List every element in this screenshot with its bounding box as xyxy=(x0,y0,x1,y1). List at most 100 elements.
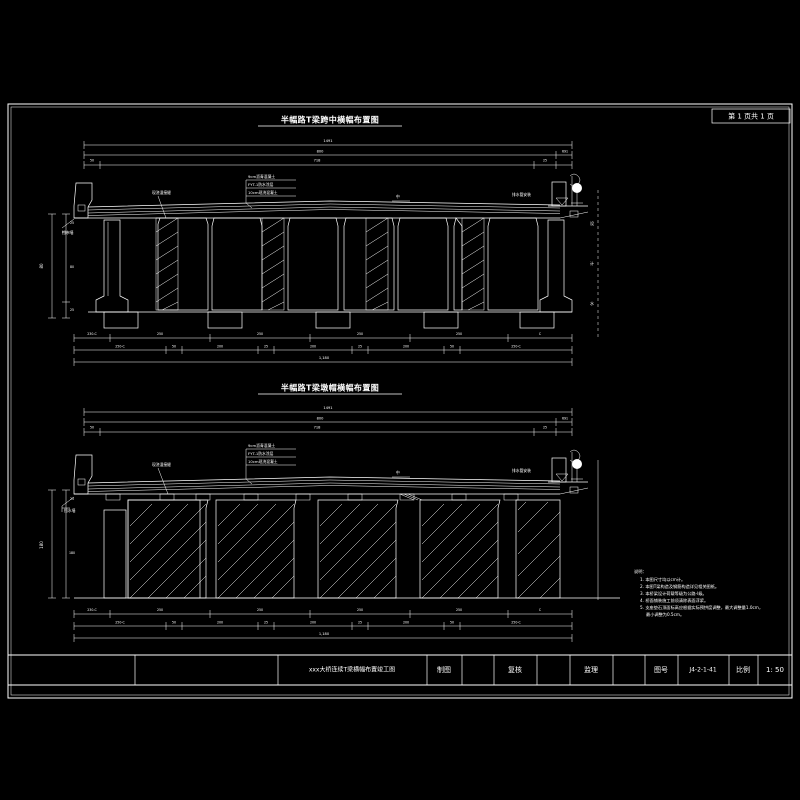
upper-callout-1: 9cm沥青混凝土 xyxy=(248,174,275,179)
upper-dim-row2-b: 691 xyxy=(562,150,568,154)
view-upper: 半幅路T梁跨中横幅布置图 1491 800 691 50 718 25 80 2… xyxy=(39,115,599,366)
lower-bdim-r2-5: 25 xyxy=(358,621,362,625)
notes-item-4: 4. 桥面铺装施工前须清除表面浮浆。 xyxy=(640,597,708,604)
lower-view-title: 半幅路T梁墩帽横幅布置图 xyxy=(281,383,379,393)
upper-bdim-r1-1: 250 xyxy=(157,332,163,336)
notes-item-5: 5. 支座垫石顶面标高应根据实际预拱度调整，最大调整量1.0cm， xyxy=(640,604,763,611)
notes-item-1: 1. 本图尺寸均以cm计。 xyxy=(640,576,685,583)
page-badge-label: 第 1 页共 1 页 xyxy=(728,112,774,121)
upper-view-title-group: 半幅路T梁跨中横幅布置图 xyxy=(258,115,402,127)
upper-level-char-3: 水 xyxy=(590,300,594,306)
upper-left-dim-c: 25 xyxy=(70,308,74,312)
lower-bdim-r2-3: 25 xyxy=(264,621,268,625)
notes-block: 说明： 1. 本图尺寸均以cm计。 2. 本图T梁构造及钢筋构造详见相关图纸。 … xyxy=(634,568,763,618)
lower-abutment-label: 挡水墙 xyxy=(64,508,76,513)
upper-bdim-r2-8: 250-C xyxy=(511,345,521,349)
upper-bdim-r1-5: C xyxy=(539,332,542,336)
title-block-field-label-1: 复核 xyxy=(508,665,522,674)
lower-left-parapet: 挡水墙 xyxy=(61,454,93,513)
notes-item-3: 3. 本桥梁设计荷载等级为公路-I级。 xyxy=(640,590,707,597)
upper-left-parapet: 挡水墙 xyxy=(61,182,93,235)
lower-left-dimensions: 180 25 180 xyxy=(39,489,75,599)
lower-bdim-r2-0: 250-C xyxy=(115,621,125,625)
title-block-project: xxx大桥连续T梁横幅布置竣工图 xyxy=(309,666,395,674)
lower-callout-1: 9cm沥青混凝土 xyxy=(248,443,275,448)
lower-hatched-block-3 xyxy=(317,499,399,599)
upper-bdim-r2-5: 25 xyxy=(358,345,362,349)
upper-level-char-2: 计 xyxy=(590,260,594,266)
lower-bdim-r1-5: C xyxy=(539,608,542,612)
lower-dim-row2-a: 800 xyxy=(317,417,325,421)
upper-center-mark: 中 xyxy=(396,194,400,199)
lower-bdim-r2-7: 50 xyxy=(450,621,454,625)
lower-bottom-dimensions: 230-C 250 250 250 250 C 250-C 50 200 25 … xyxy=(73,608,573,642)
upper-girder-row xyxy=(95,217,573,313)
upper-wet-joint-label: 现浇湿接缝 xyxy=(152,190,171,195)
upper-callout-2: FYT-1防水涂层 xyxy=(248,182,274,187)
title-block-field-label-2: 监理 xyxy=(584,665,598,674)
lower-drain-label: 排水管安装 xyxy=(512,468,531,473)
upper-hatch-3 xyxy=(365,217,389,311)
lower-view-title-group: 半幅路T梁墩帽横幅布置图 xyxy=(258,383,402,395)
lower-dim-row3-b: 718 xyxy=(314,426,322,430)
title-block-drawing-no-label: 图号 xyxy=(654,666,668,674)
upper-hatch-1 xyxy=(155,217,179,311)
upper-hatch-2 xyxy=(261,217,285,311)
notes-item-6: 最小调整为0.5cm。 xyxy=(646,611,684,618)
upper-bdim-r2-3: 25 xyxy=(264,345,268,349)
upper-dim-overall: 1491 xyxy=(323,139,332,143)
upper-bdim-r2-2: 200 xyxy=(217,345,223,349)
lower-left-dim-total: 180 xyxy=(39,541,44,549)
lower-dim-row3-c: 25 xyxy=(543,426,547,430)
lower-callout-2: FYT-1防水涂层 xyxy=(248,451,274,456)
lower-dim-row3-a: 50 xyxy=(90,426,94,430)
upper-dim-row3-a: 50 xyxy=(90,159,94,163)
upper-footings xyxy=(88,311,572,329)
upper-bdim-r1-4: 250 xyxy=(456,332,462,336)
lower-callout-3: 10cm现浇混凝土 xyxy=(248,459,278,464)
upper-bdim-r1-0: 230-C xyxy=(87,332,97,336)
lower-bdim-r2-4: 200 xyxy=(310,621,316,625)
upper-dim-row3-c: 25 xyxy=(543,159,547,163)
upper-left-dim-b: 80 xyxy=(70,265,74,269)
lower-hatched-block-2 xyxy=(215,499,297,599)
lower-hatched-block-4 xyxy=(419,499,501,599)
lower-wet-joint-label: 现浇湿接缝 xyxy=(152,462,171,467)
upper-bottom-dimensions: 230-C 250 250 250 250 C 250-C 50 200 25 … xyxy=(73,332,573,366)
upper-view-title: 半幅路T梁跨中横幅布置图 xyxy=(281,115,379,125)
upper-dim-row3-b: 718 xyxy=(314,159,322,163)
lower-bdim-r1-3: 250 xyxy=(357,608,363,612)
lower-pier-cap-1 xyxy=(127,499,201,599)
upper-left-dim-total: 80 xyxy=(39,263,44,269)
lower-bdim-r2-6: 200 xyxy=(403,621,409,625)
upper-bdim-r1-3: 250 xyxy=(357,332,363,336)
lower-dim-overall: 1491 xyxy=(323,406,332,410)
upper-material-callouts: 9cm沥青混凝土 FYT-1防水涂层 10cm现浇混凝土 现浇湿接缝 中 排水管… xyxy=(152,174,569,219)
lower-bdim-r1-0: 230-C xyxy=(87,608,97,612)
lower-center-mark: 中 xyxy=(396,470,400,475)
lower-bdim-r1-1: 250 xyxy=(157,608,163,612)
title-block-scale-label: 比例 xyxy=(736,665,750,674)
lower-bdim-r2-8: 250-C xyxy=(511,621,521,625)
title-block-drawing-no-value: J4-2-1-41 xyxy=(688,667,717,674)
notes-item-2: 2. 本图T梁构造及钢筋构造详见相关图纸。 xyxy=(640,583,719,590)
lower-hatched-block-1 xyxy=(127,499,209,599)
upper-bdim-total: 1,180 xyxy=(319,356,330,360)
upper-bdim-r2-7: 50 xyxy=(450,345,454,349)
upper-bdim-r1-2: 250 xyxy=(257,332,263,336)
lower-right-utilities xyxy=(548,449,599,600)
lower-dim-row2-b: 691 xyxy=(562,417,568,421)
title-block: xxx大桥连续T梁横幅布置竣工图 制图 复核 监理 图号 J4-2-1-41 比… xyxy=(7,654,793,699)
lower-bdim-r1-4: 250 xyxy=(456,608,462,612)
view-lower: 半幅路T梁墩帽横幅布置图 1491 800 691 50 718 25 180 … xyxy=(39,383,620,642)
upper-right-level-column: 设 计 水 xyxy=(590,190,599,340)
upper-bdim-r2-0: 250-C xyxy=(115,345,125,349)
upper-bdim-r2-4: 200 xyxy=(310,345,316,349)
cad-vector-sheet: 第 1 页共 1 页 半幅路T梁跨中横幅布置图 1491 800 691 50 … xyxy=(7,103,793,699)
lower-deck-structure xyxy=(74,476,561,495)
lower-bdim-r2-1: 50 xyxy=(172,621,176,625)
cad-drawing-canvas: 第 1 页共 1 页 半幅路T梁跨中横幅布置图 1491 800 691 50 … xyxy=(0,0,800,800)
upper-hatch-4 xyxy=(461,217,485,311)
upper-bdim-r2-1: 50 xyxy=(172,345,176,349)
lower-bdim-r1-2: 250 xyxy=(257,608,263,612)
